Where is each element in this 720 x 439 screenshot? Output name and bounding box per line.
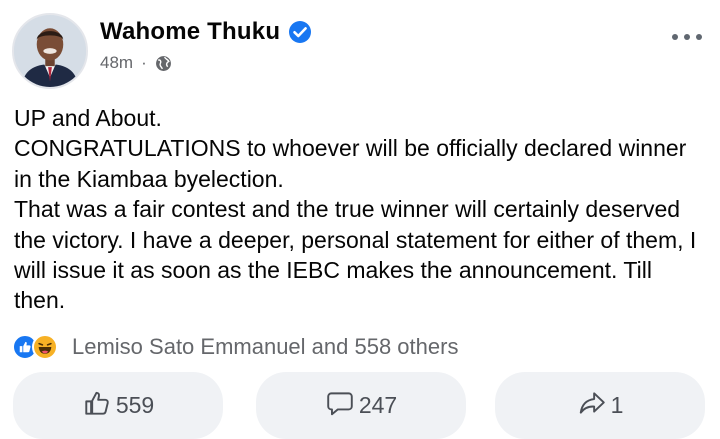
share-count: 1 [610,392,624,418]
author-avatar[interactable] [12,13,88,89]
more-options-icon[interactable] [672,32,702,42]
globe-icon[interactable] [155,55,172,72]
post-text: UP and About. CONGRATULATIONS to whoever… [14,103,704,316]
post-text-line: That was a fair contest and the true win… [14,196,697,314]
post-actions: 559 247 1 [0,372,720,439]
like-count: 559 [115,392,155,418]
post-meta: 48m · [100,53,172,73]
post-text-line: UP and About. [14,105,162,131]
author-row: Wahome Thuku [100,18,312,46]
author-name[interactable]: Wahome Thuku [100,18,280,46]
meta-separator: · [141,53,147,72]
reaction-icons [12,333,68,361]
post-timestamp[interactable]: 48m [100,53,133,73]
verified-badge-icon [288,20,312,44]
post-text-line: CONGRATULATIONS to whoever will be offic… [14,135,687,192]
haha-reaction-icon [32,334,58,360]
thumbs-up-icon [82,388,112,424]
post-card: Wahome Thuku 48m · UP and About. CONGRAT… [0,0,720,439]
comment-icon [325,388,355,424]
comment-count: 247 [358,392,398,418]
reactions-summary[interactable]: Lemiso Sato Emmanuel and 558 others [12,333,458,361]
reactions-text[interactable]: Lemiso Sato Emmanuel and 558 others [72,334,458,360]
comment-button[interactable]: 247 [256,372,466,439]
share-icon [577,388,607,424]
like-button[interactable]: 559 [13,372,223,439]
share-button[interactable]: 1 [495,372,705,439]
avatar-image [14,15,86,87]
